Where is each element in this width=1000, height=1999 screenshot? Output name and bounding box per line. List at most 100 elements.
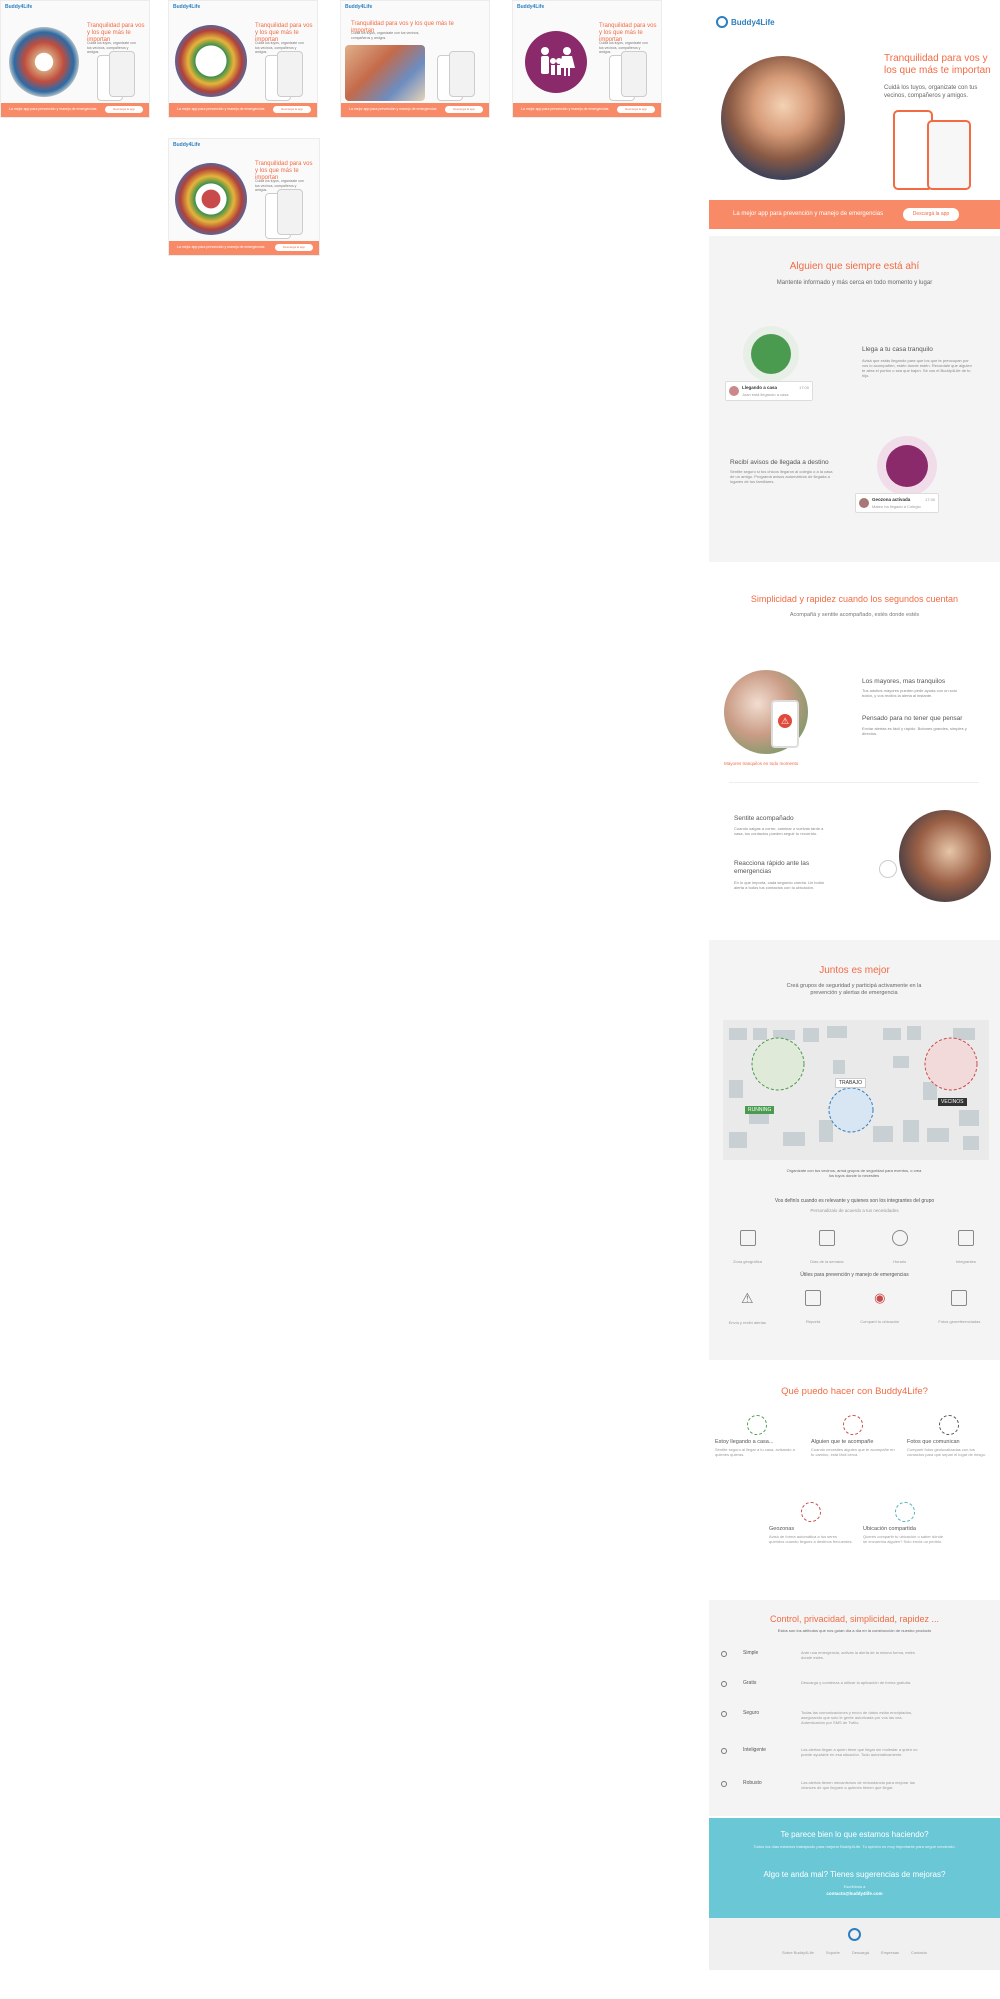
tools-title: Útiles para prevención y manejo de emerg… (800, 1272, 909, 1278)
feature-card[interactable]: Ubicación compartida Querés compartir tu… (863, 1502, 947, 1544)
attribute-row: Inteligente Las alertas llegan a quien t… (721, 1747, 991, 1773)
attribute-row: Simple Ante una emergencia, activás la a… (721, 1650, 991, 1676)
photo-caption: Mayores tranquilos en todo momento (724, 761, 799, 766)
groups-map: TRABAJO RUNNING VECINOS (723, 1020, 989, 1160)
footer-logo-icon[interactable] (848, 1928, 861, 1941)
thumb-phone-image (449, 51, 475, 97)
feature-title: Reacciona rápido ante las emergencias (734, 860, 810, 875)
map-label-vecinos: VECINOS (938, 1098, 967, 1106)
thumb-download-button[interactable]: Descargá la app (617, 106, 655, 113)
feature-text: Tus adultos mayores pueden pedir ayuda c… (862, 688, 958, 698)
thumbnail-2[interactable]: Buddy4Life Tranquilidad para vos y los q… (168, 0, 318, 118)
card-time: 17:00 (798, 385, 809, 390)
define-item-zona: Zona geográfica (733, 1230, 762, 1268)
thumb-cta-text: La mejor app para prevención y manejo de… (9, 107, 97, 111)
feature-title: Recibí avisos de llegada a destino (730, 459, 829, 466)
control-title: Control, privacidad, simplicidad, rapide… (769, 1614, 940, 1624)
card-title: Llegando a casa (742, 385, 778, 390)
thumbnail-5[interactable]: Buddy4Life Tranquilidad para vos y los q… (168, 138, 320, 256)
define-items: Zona geográfica Días de la semana Horari… (709, 1230, 1000, 1268)
bullet-icon (721, 1781, 727, 1787)
feedback-title-2: Algo te anda mal? Tienes sugerencias de … (763, 1870, 946, 1879)
feature-card-title: Fotos que comunican (907, 1439, 960, 1445)
alert-phone: ⚠ (771, 700, 799, 748)
thumb-cta-band: La mejor app para prevención y manejo de… (513, 103, 661, 117)
bullet-icon (721, 1681, 727, 1687)
school-illustration (877, 436, 937, 496)
thumb-logo: Buddy4Life (5, 4, 33, 10)
school-icon (886, 445, 928, 487)
together-subtitle: Creá grupos de seguridad y participá act… (786, 983, 922, 996)
thumb-cta-band: La mejor app para prevención y manejo de… (341, 103, 489, 117)
alert-icon: ⚠ (740, 1290, 754, 1306)
thumb-hero-image (175, 25, 247, 97)
feature-card[interactable]: Geozonas Avisá de forma automática a tus… (769, 1502, 853, 1544)
feature-card[interactable]: Estoy llegando a casa... Sentite seguro … (715, 1415, 799, 1457)
thumb-download-button[interactable]: Descargá la app (273, 106, 311, 113)
thumb-phone-image (277, 51, 303, 97)
attribute-label: Robusto (743, 1780, 762, 1786)
map-label-running: RUNNING (745, 1106, 775, 1114)
footer-link-download[interactable]: Descargá (852, 1950, 869, 1955)
section-simple: Simplicidad y rapidez cuando los segundo… (709, 570, 1000, 918)
feature-card[interactable]: Fotos que comunican Compartí fotos geolo… (907, 1415, 991, 1457)
thumbnail-3[interactable]: Buddy4Life Tranquilidad para vos y los q… (340, 0, 490, 118)
feature-card-text: Compartí fotos geolocalizadas con tus co… (907, 1447, 986, 1457)
attribute-label: Seguro (743, 1710, 760, 1716)
thumb-cta-text: La mejor app para prevención y manejo de… (177, 107, 265, 111)
thumb-download-button[interactable]: Descargá la app (105, 106, 143, 113)
tool-item-reporta: Reportá (805, 1290, 822, 1329)
feature-text: Cuando salgas a correr, caminar o vuelva… (734, 826, 824, 836)
thumb-subtitle: Cuidá los tuyos, organizate con tus veci… (351, 31, 420, 40)
runner-icon (879, 860, 897, 878)
thumb-logo: Buddy4Life (345, 4, 373, 10)
attribute-label: Simple (743, 1650, 759, 1656)
thumb-phone-image (109, 51, 135, 97)
bullet-icon (721, 1748, 727, 1754)
logo[interactable]: Buddy4Life (716, 16, 775, 28)
logo-text: Buddy4Life (731, 17, 775, 27)
chat-icon (805, 1290, 822, 1306)
download-app-button[interactable]: Descargá la app (903, 208, 959, 221)
hero-subtitle: Cuidá los tuyos, organizate con tus veci… (884, 85, 978, 99)
section-together: Juntos es mejor Creá grupos de seguridad… (709, 940, 1000, 1360)
together-title: Juntos es mejor (819, 965, 890, 976)
shared-location-icon (895, 1502, 915, 1522)
attribute-text: Todas las comunicaciones y envío de dato… (801, 1710, 912, 1725)
thumb-phone-image (277, 189, 303, 235)
footer-link-about[interactable]: Sobre Buddy4Life (782, 1950, 814, 1955)
feature-title: Llega a tu casa tranquilo (862, 346, 933, 353)
footer-link-contact[interactable]: Contacto (911, 1950, 927, 1955)
feature-card[interactable]: Alguien que te acompañe Cuando necesites… (811, 1415, 895, 1457)
notification-card: Llegando a casa Juan está llegando a cas… (725, 381, 813, 401)
footer-links: Sobre Buddy4Life Soporte Descargá Empres… (709, 1950, 1000, 1955)
thumb-download-button[interactable]: Descargá la app (275, 244, 313, 251)
feature-card-title: Alguien que te acompañe (811, 1439, 874, 1445)
feature-title: Sentite acompañado (734, 815, 794, 822)
footer-link-companies[interactable]: Empresas (881, 1950, 899, 1955)
map-label-trabajo: TRABAJO (835, 1078, 867, 1088)
hero-title: Tranquilidad para vos y los que más te i… (884, 53, 991, 76)
feature-card-title: Ubicación compartida (863, 1526, 916, 1532)
feature-card-title: Estoy llegando a casa... (715, 1439, 774, 1445)
cta-text: La mejor app para prevención y manejo de… (733, 211, 884, 217)
always-title: Alguien que siempre está ahí (789, 261, 920, 272)
thumbnail-4[interactable]: Buddy4Life Tranquilidad para vos y los q… (512, 0, 662, 118)
attribute-text: Las alertas tienen mecanismos de redunda… (801, 1780, 915, 1790)
house-icon (747, 1415, 767, 1435)
bullet-icon (721, 1651, 727, 1657)
what-title: Qué puedo hacer con Buddy4Life? (781, 1386, 928, 1397)
tools-items: ⚠ Envía y recibí alertas Reportá ◉ Compart… (709, 1290, 1000, 1329)
feedback-text-1: Todos los días estamos trabajando para m… (753, 1844, 956, 1849)
header: Buddy4Life Tranquilidad para vos y los q… (709, 0, 1000, 196)
calendar-icon (818, 1230, 835, 1246)
thumbnail-1[interactable]: Buddy4Life Tranquilidad para vos y los q… (0, 0, 150, 118)
landing-page: Buddy4Life Tranquilidad para vos y los q… (709, 0, 1000, 1970)
simple-title: Simplicidad y rapidez cuando los segundo… (750, 594, 959, 604)
feedback-text-2: Escribinos a (843, 1884, 866, 1889)
tool-item-alertas: ⚠ Envía y recibí alertas (728, 1290, 766, 1325)
contact-email-link[interactable]: contacto@buddy4life.com (709, 1891, 1000, 1896)
thumb-phone-image (621, 51, 647, 97)
thumb-download-button[interactable]: Descargá la app (445, 106, 483, 113)
footer-link-support[interactable]: Soporte (826, 1950, 840, 1955)
